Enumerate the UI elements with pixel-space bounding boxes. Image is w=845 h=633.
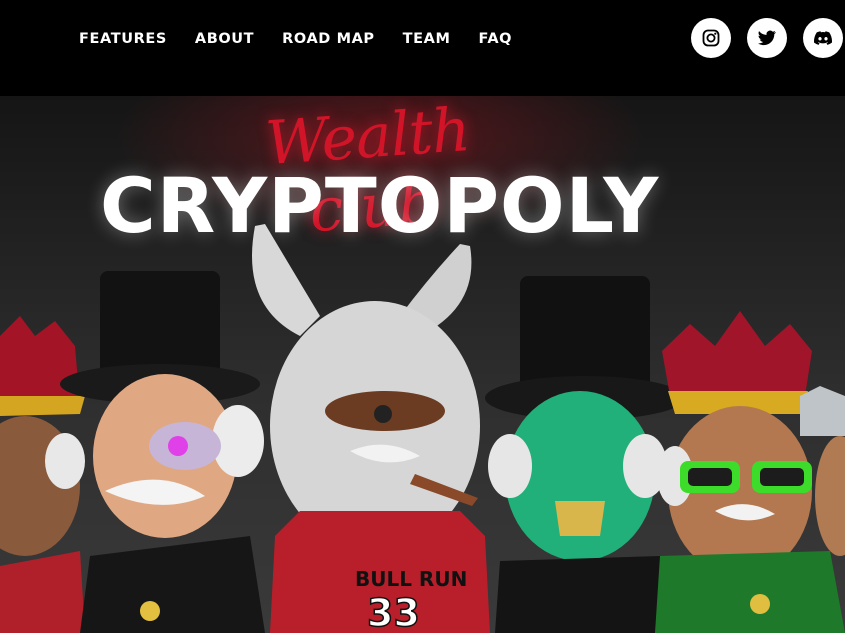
- instagram-icon: [702, 29, 720, 47]
- nav-link-team[interactable]: TEAM: [403, 29, 451, 49]
- jersey-number: 33: [367, 591, 420, 633]
- nav-link-faq[interactable]: FAQ: [479, 29, 513, 49]
- social-links: [691, 18, 843, 58]
- instagram-button[interactable]: [691, 18, 731, 58]
- nav-link-features[interactable]: FEATURES: [79, 29, 167, 49]
- king-character-right: [655, 311, 845, 633]
- nav-link-about[interactable]: ABOUT: [195, 29, 254, 49]
- nav-link-road-map[interactable]: ROAD MAP: [282, 29, 375, 49]
- main-nav: FEATURES ABOUT ROAD MAP TEAM FAQ: [79, 29, 512, 49]
- tophat-character-green: [485, 276, 685, 633]
- hero-banner: BULL RUN 33 Wealth club CRYPTOPOLY: [0, 96, 845, 633]
- hero-main-title: CRYPTOPOLY: [100, 161, 660, 250]
- twitter-button[interactable]: [747, 18, 787, 58]
- discord-icon: [814, 31, 832, 45]
- twitter-icon: [758, 30, 776, 46]
- jersey-text: BULL RUN: [355, 567, 467, 591]
- king-character-left: [0, 316, 85, 633]
- tophat-character-cyborg: [60, 271, 265, 633]
- top-navbar: FEATURES ABOUT ROAD MAP TEAM FAQ: [0, 0, 845, 96]
- discord-button[interactable]: [803, 18, 843, 58]
